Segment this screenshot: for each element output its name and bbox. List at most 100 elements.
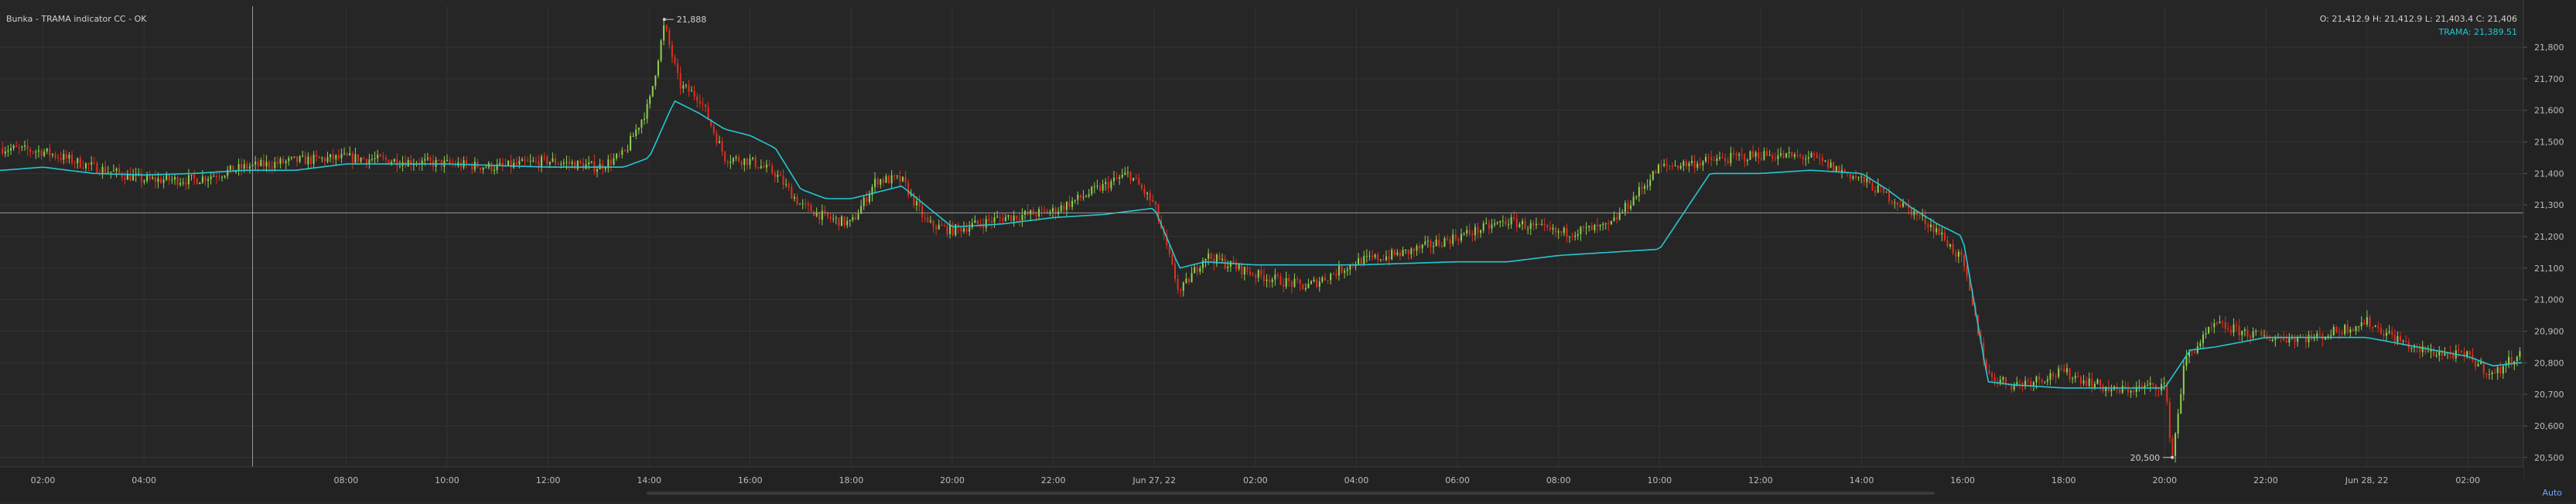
x-tick-label: 22:00 (1041, 475, 1066, 485)
price-chart[interactable]: 21,274.99Jun 26, 22, 06:0921,88820,500 2… (0, 0, 2576, 501)
candle-body (449, 160, 451, 164)
candle-body (1040, 209, 1043, 210)
candle-body (43, 152, 46, 156)
time-scrollbar[interactable] (647, 492, 1935, 495)
candle-body (2086, 380, 2088, 387)
candle-body (621, 150, 624, 155)
candle-body (1521, 220, 1523, 225)
candle-body (87, 163, 90, 165)
candle-body (1780, 153, 1782, 155)
candle-body (2366, 317, 2368, 325)
candle-body (2016, 382, 2018, 385)
candle-body (93, 162, 95, 164)
candle-body (899, 175, 901, 182)
candle-body (1255, 274, 1257, 278)
candle-body (2480, 362, 2482, 365)
candle-body (548, 162, 551, 165)
candle-body (23, 145, 26, 147)
candle-body (1602, 223, 1604, 225)
candle-body (1004, 216, 1006, 222)
candle-body (107, 172, 109, 173)
candle-body (1616, 217, 1618, 220)
candle-body (2208, 327, 2210, 334)
candle-body (541, 156, 543, 168)
candle-body (613, 158, 615, 165)
candle-body (641, 120, 643, 128)
x-tick-label: 18:00 (2052, 475, 2076, 485)
candle-body (1191, 273, 1193, 283)
candle-body (1218, 254, 1221, 261)
x-tick-label: 08:00 (333, 475, 358, 485)
candle-body (276, 162, 278, 164)
candle-body (1407, 249, 1409, 254)
x-tick-label: 08:00 (1546, 475, 1571, 485)
candle-body (979, 223, 982, 225)
candle-body (118, 169, 121, 173)
candle-body (1082, 196, 1085, 198)
candle-body (1468, 230, 1471, 234)
candle-body (1774, 158, 1776, 160)
candle-body (1257, 270, 1259, 278)
candle-body (1358, 258, 1360, 266)
candle-body (1649, 179, 1652, 186)
y-tick-label: 21,200 (2534, 232, 2564, 242)
candle-body (1683, 161, 1685, 166)
candle-body (2229, 329, 2232, 333)
candle-body (2011, 385, 2013, 390)
candle-body (1721, 157, 1724, 158)
candle-body (215, 175, 217, 178)
candle-body (1377, 254, 1379, 261)
candle-body (904, 176, 907, 183)
candle-body (2288, 337, 2291, 343)
candle-body (777, 175, 779, 177)
candle-body (555, 158, 557, 164)
candle-body (73, 162, 76, 164)
candle-body (1085, 196, 1088, 197)
candle-body (1068, 202, 1071, 207)
candle-body (2032, 382, 2034, 386)
x-tick-label: 14:00 (637, 475, 661, 485)
candle-body (1416, 246, 1418, 251)
candle-body (2468, 351, 2471, 355)
candle-body (1874, 190, 1877, 193)
candle-body (1824, 160, 1826, 162)
candle-body (1752, 151, 1754, 157)
chart-canvas[interactable]: 21,274.99Jun 26, 22, 06:0921,88820,500 2… (0, 0, 2576, 501)
candle-body (1791, 152, 1793, 157)
candle-body (1679, 165, 1682, 169)
candle-body (2318, 333, 2321, 335)
candle-body (610, 159, 612, 165)
price-axis[interactable]: 20,500 20,600 20,700 20,800 20,900 21,000 21,1… (2523, 0, 2576, 501)
candle-body (1030, 210, 1032, 215)
candle-body (2516, 356, 2518, 362)
candle-body (2130, 390, 2132, 393)
candle-body (2391, 331, 2393, 335)
candle-body (1344, 271, 1346, 273)
candle-body (791, 187, 793, 199)
candle-body (1499, 221, 1502, 223)
candle-body (1754, 152, 1757, 157)
candle-body (782, 175, 784, 186)
candle-body (85, 163, 87, 169)
candle-body (335, 155, 337, 160)
candle-body (2452, 354, 2455, 359)
candle-body (1438, 240, 1440, 246)
auto-scale-button[interactable]: Auto (2542, 488, 2562, 498)
time-axis[interactable]: 02:00 04:00 08:00 10:00 12:00 14:00 16:00 18:00… (0, 466, 2523, 501)
candle-body (1460, 233, 1462, 241)
candle-body (168, 175, 170, 181)
candle-body (863, 197, 865, 206)
candle-body (1760, 158, 1762, 160)
candle-body (760, 165, 762, 169)
candle-body (1443, 238, 1446, 247)
y-tick-label: 21,400 (2534, 169, 2564, 179)
candle-body (4, 151, 6, 154)
candle-body (846, 220, 849, 226)
candle-body (1313, 279, 1315, 281)
candle-body (171, 179, 173, 181)
x-tick-label: 06:00 (1445, 475, 1470, 485)
candle-body (691, 90, 693, 92)
candle-body (204, 176, 207, 182)
candle-body (1827, 160, 1830, 168)
candle-body (1713, 160, 1715, 162)
